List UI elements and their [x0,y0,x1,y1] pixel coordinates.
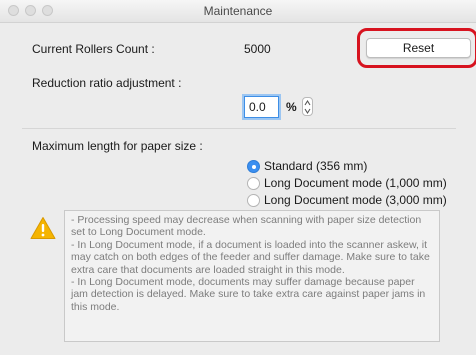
radio-button[interactable] [247,177,260,190]
radio-label-long-1000: Long Document mode (1,000 mm) [264,176,447,190]
radio-button-selected[interactable] [247,160,260,173]
stepper-down-icon[interactable] [304,107,311,115]
title-bar: Maintenance [0,0,476,23]
reset-button[interactable]: Reset [366,38,471,58]
rollers-count-label: Current Rollers Count : [32,42,155,56]
percent-unit-label: % [286,100,297,114]
maintenance-window: Maintenance Current Rollers Count : 5000… [0,0,476,355]
warning-triangle-icon [30,217,56,239]
reduction-ratio-label: Reduction ratio adjustment : [32,76,182,90]
rollers-count-value: 5000 [244,42,271,56]
warning-line-2: - In Long Document mode, if a document i… [71,238,430,276]
reduction-ratio-stepper[interactable] [302,97,313,116]
warning-line-1: - Processing speed may decrease when sca… [71,214,422,239]
reduction-ratio-input[interactable]: 0.0 [244,96,279,118]
window-title: Maintenance [203,4,273,18]
section-divider [22,128,456,129]
radio-button[interactable] [247,194,260,207]
radio-label-long-3000: Long Document mode (3,000 mm) [264,193,447,207]
warning-line-3: - In Long Document mode, documents may s… [71,276,426,313]
stepper-up-icon[interactable] [304,99,311,107]
warning-message-box: - Processing speed may decrease when sca… [64,210,440,342]
paper-length-label: Maximum length for paper size : [32,139,203,153]
radio-label-standard: Standard (356 mm) [264,159,368,173]
